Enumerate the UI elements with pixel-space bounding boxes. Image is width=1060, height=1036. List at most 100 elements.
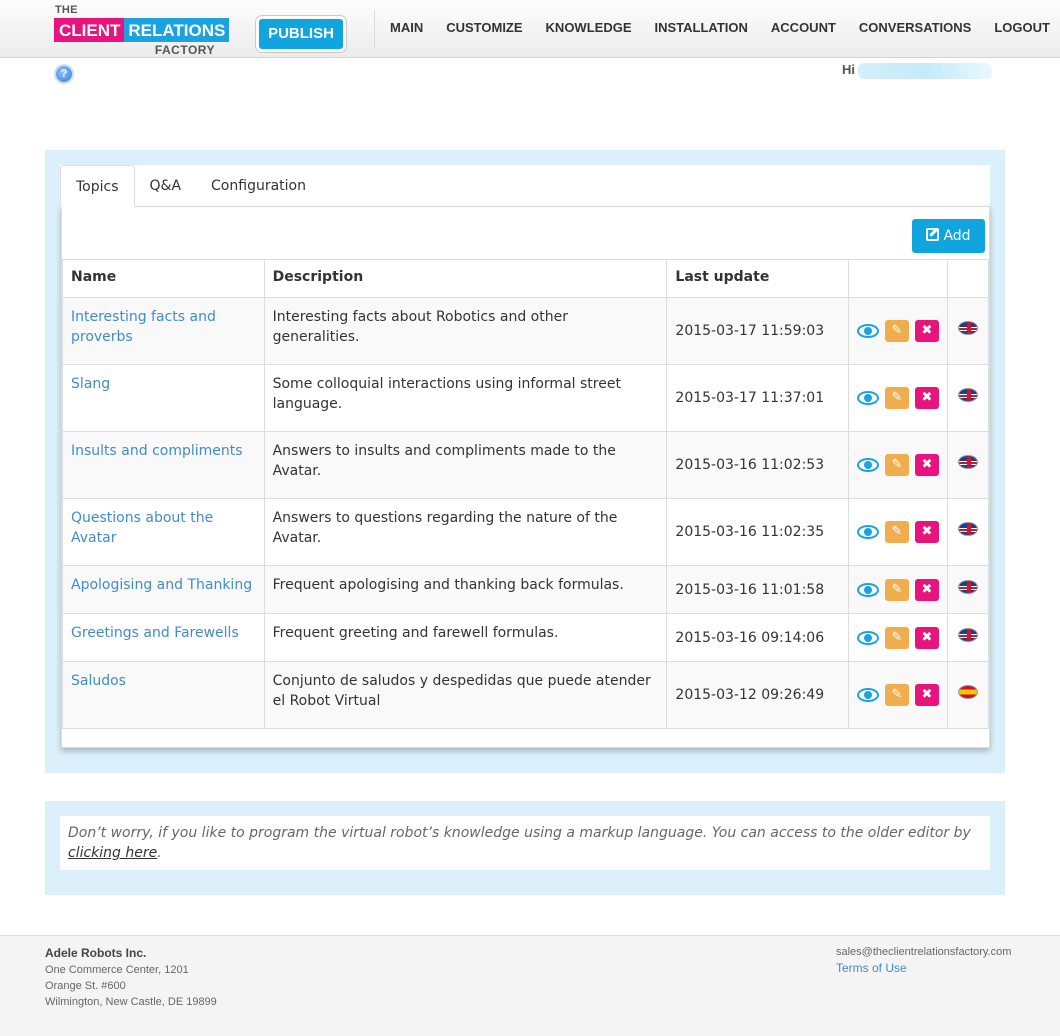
topic-actions: ✎ ✖	[847, 364, 948, 432]
topic-language	[946, 498, 990, 566]
uk-flag-icon	[957, 388, 978, 402]
col-name[interactable]: Name	[62, 259, 265, 298]
nav-logout[interactable]: LOGOUT	[982, 20, 1060, 35]
older-editor-link[interactable]: clicking here	[68, 845, 157, 861]
publish-button[interactable]: PUBLISH	[256, 16, 346, 52]
delete-x-icon[interactable]: ✖	[914, 521, 939, 543]
topic-name-link[interactable]: Interesting facts and proverbs	[71, 309, 216, 345]
top-header: THE CLIENT RELATIONS FACTORY PUBLISH MAI…	[0, 0, 1060, 58]
topic-name-cell: Apologising and Thanking	[62, 565, 265, 614]
edit-pencil-icon[interactable]: ✎	[884, 454, 909, 476]
topic-description: Frequent greeting and farewell formulas.	[263, 613, 668, 662]
topic-name-link[interactable]: Slang	[71, 376, 110, 392]
sales-email[interactable]: sales@theclientrelationsfactory.com	[836, 946, 1011, 958]
topic-name-cell: Saludos	[62, 661, 265, 729]
view-eye-icon[interactable]	[856, 458, 879, 472]
topic-last-update: 2015-03-12 09:26:49	[666, 661, 849, 729]
edit-pencil-icon[interactable]: ✎	[884, 320, 909, 342]
address-line-2: Orange St. #600	[45, 980, 126, 992]
view-eye-icon[interactable]	[856, 630, 879, 645]
topic-name-link[interactable]: Saludos	[71, 673, 126, 689]
topic-description: Conjunto de saludos y despedidas que pue…	[263, 661, 668, 729]
logo-the: THE	[55, 4, 78, 16]
company-name: Adele Robots Inc.	[45, 946, 147, 960]
edit-pencil-icon[interactable]: ✎	[884, 626, 909, 649]
redacted-username	[858, 63, 992, 79]
col-language	[946, 259, 990, 298]
topic-name-link[interactable]: Apologising and Thanking	[71, 577, 252, 593]
delete-x-icon[interactable]: ✖	[914, 578, 939, 601]
edit-pencil-icon[interactable]: ✎	[884, 578, 909, 601]
topic-language	[946, 431, 990, 499]
uk-flag-icon	[957, 579, 978, 594]
uk-flag-icon	[957, 455, 978, 469]
delete-x-icon[interactable]: ✖	[914, 320, 939, 342]
logo-relations: RELATIONS	[124, 18, 230, 42]
topic-language	[946, 364, 990, 432]
topic-name-link[interactable]: Insults and compliments	[71, 443, 243, 459]
delete-x-icon[interactable]: ✖	[914, 387, 939, 409]
table-row: Interesting facts and proverbs Interestin…	[62, 297, 990, 365]
notice-end: .	[157, 845, 162, 861]
footer: Adele Robots Inc. One Commerce Center, 1…	[0, 935, 1060, 1036]
edit-pencil-icon[interactable]: ✎	[884, 684, 909, 706]
spain-flag-icon	[957, 685, 978, 699]
table-header-row: Name Description Last update	[62, 259, 990, 298]
topic-language	[946, 613, 990, 662]
nav-divider	[374, 10, 375, 48]
nav-main[interactable]: MAIN	[378, 20, 434, 35]
delete-x-icon[interactable]: ✖	[914, 684, 939, 706]
uk-flag-icon	[957, 522, 978, 536]
col-last-update[interactable]: Last update	[666, 259, 849, 298]
topic-description: Frequent apologising and thanking back f…	[263, 565, 668, 614]
older-editor-notice: Don’t worry, if you like to program the …	[60, 816, 990, 870]
edit-pencil-icon[interactable]: ✎	[884, 387, 909, 409]
tab-topics[interactable]: Topics	[60, 165, 135, 207]
add-topic-button[interactable]: Add	[912, 219, 985, 253]
nav-knowledge[interactable]: KNOWLEDGE	[534, 20, 643, 35]
delete-x-icon[interactable]: ✖	[914, 626, 939, 649]
nav-installation[interactable]: INSTALLATION	[643, 20, 759, 35]
topic-name-link[interactable]: Greetings and Farewells	[71, 625, 239, 641]
nav-account[interactable]: ACCOUNT	[759, 20, 847, 35]
nav-customize[interactable]: CUSTOMIZE	[434, 20, 533, 35]
edit-pencil-icon[interactable]: ✎	[884, 521, 909, 543]
topic-actions: ✎ ✖	[847, 431, 948, 499]
delete-x-icon[interactable]: ✖	[914, 454, 939, 476]
view-eye-icon[interactable]	[856, 391, 879, 405]
topic-name-cell: Slang	[62, 364, 265, 432]
logo-factory: FACTORY	[154, 43, 215, 57]
tab-configuration[interactable]: Configuration	[196, 165, 321, 207]
view-eye-icon[interactable]	[856, 525, 879, 539]
topic-language	[946, 565, 990, 614]
topic-actions: ✎ ✖	[847, 613, 948, 662]
add-label: Add	[943, 228, 971, 244]
tab-qa[interactable]: Q&A	[135, 165, 197, 207]
topic-description: Some colloquial interactions using infor…	[263, 364, 668, 432]
topic-name-cell: Greetings and Farewells	[62, 613, 265, 662]
topic-last-update: 2015-03-16 11:02:35	[666, 498, 849, 566]
topic-description: Answers to insults and compliments made …	[263, 431, 668, 499]
col-actions	[847, 259, 948, 298]
nav-conversations[interactable]: CONVERSATIONS	[847, 20, 982, 35]
greeting-label: Hi	[842, 62, 855, 77]
tab-list: Topics Q&A Configuration	[60, 165, 321, 207]
col-description[interactable]: Description	[263, 259, 668, 298]
view-eye-icon[interactable]	[856, 582, 879, 597]
help-icon[interactable]: ?	[54, 64, 74, 84]
company-logo[interactable]: THE CLIENT RELATIONS FACTORY	[54, 3, 230, 57]
notice-text: Don’t worry, if you like to program the …	[68, 825, 971, 841]
topic-last-update: 2015-03-16 11:01:58	[666, 565, 849, 614]
logo-bar: CLIENT RELATIONS	[54, 18, 230, 42]
topic-name-link[interactable]: Questions about the Avatar	[71, 510, 213, 546]
terms-of-use-link[interactable]: Terms of Use	[836, 961, 907, 975]
topic-name-cell: Questions about the Avatar	[62, 498, 265, 566]
edit-square-icon	[926, 228, 940, 241]
uk-flag-icon	[957, 627, 978, 642]
address-line-3: Wilmington, New Castle, DE 19899	[45, 996, 217, 1008]
topic-actions: ✎ ✖	[847, 565, 948, 614]
table-row: Slang Some colloquial interactions using …	[62, 364, 990, 432]
topic-language	[946, 661, 990, 729]
view-eye-icon[interactable]	[856, 688, 879, 702]
view-eye-icon[interactable]	[856, 324, 879, 338]
